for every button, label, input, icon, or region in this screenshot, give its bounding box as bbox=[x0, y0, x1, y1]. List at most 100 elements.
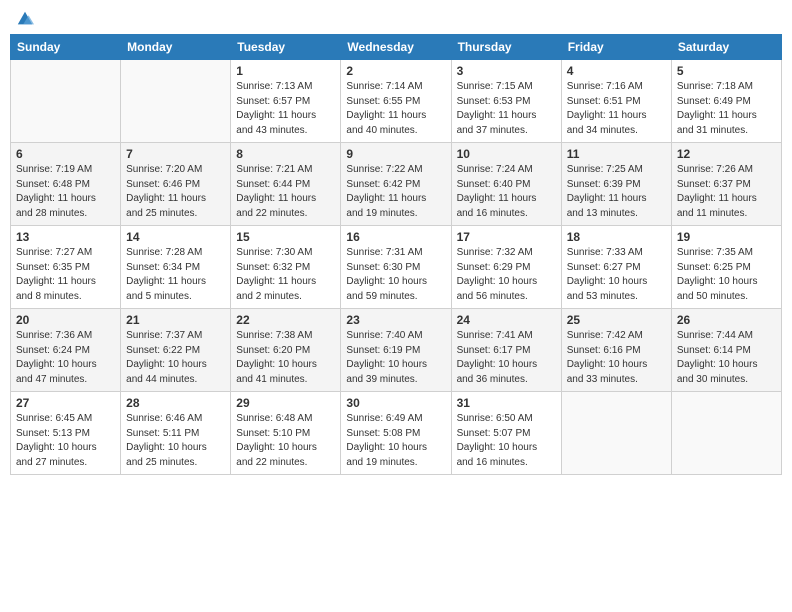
col-header-monday: Monday bbox=[121, 35, 231, 60]
day-number: 19 bbox=[677, 230, 776, 244]
day-number: 24 bbox=[457, 313, 556, 327]
calendar-cell: 19 Sunrise: 7:35 AMSunset: 6:25 PMDayligh… bbox=[671, 226, 781, 309]
day-number: 15 bbox=[236, 230, 335, 244]
col-header-wednesday: Wednesday bbox=[341, 35, 451, 60]
calendar-cell: 7 Sunrise: 7:20 AMSunset: 6:46 PMDaylight… bbox=[121, 143, 231, 226]
calendar-cell: 10 Sunrise: 7:24 AMSunset: 6:40 PMDayligh… bbox=[451, 143, 561, 226]
day-number: 11 bbox=[567, 147, 666, 161]
col-header-saturday: Saturday bbox=[671, 35, 781, 60]
day-number: 31 bbox=[457, 396, 556, 410]
day-info: Sunrise: 7:14 AMSunset: 6:55 PMDaylight:… bbox=[346, 80, 445, 138]
calendar-week-row: 1 Sunrise: 7:13 AMSunset: 6:57 PMDaylight… bbox=[11, 60, 782, 143]
day-number: 3 bbox=[457, 64, 556, 78]
day-info: Sunrise: 7:31 AMSunset: 6:30 PMDaylight:… bbox=[346, 246, 445, 304]
day-info: Sunrise: 7:27 AMSunset: 6:35 PMDaylight:… bbox=[16, 246, 115, 304]
calendar-cell bbox=[121, 60, 231, 143]
calendar-week-row: 27 Sunrise: 6:45 AMSunset: 5:13 PMDayligh… bbox=[11, 392, 782, 475]
calendar-cell: 12Sunrise: 7:26 AMSunset: 6:37 PMDayligh… bbox=[671, 143, 781, 226]
day-info: Sunrise: 7:20 AMSunset: 6:46 PMDaylight:… bbox=[126, 163, 225, 221]
day-number: 2 bbox=[346, 64, 445, 78]
calendar-cell: 23Sunrise: 7:40 AMSunset: 6:19 PMDayligh… bbox=[341, 309, 451, 392]
day-number: 26 bbox=[677, 313, 776, 327]
day-info: Sunrise: 7:35 AMSunset: 6:25 PMDaylight:… bbox=[677, 246, 776, 304]
day-info: Sunrise: 7:42 AMSunset: 6:16 PMDaylight:… bbox=[567, 329, 666, 387]
day-number: 12 bbox=[677, 147, 776, 161]
day-info: Sunrise: 7:44 AMSunset: 6:14 PMDaylight:… bbox=[677, 329, 776, 387]
calendar-cell: 11 Sunrise: 7:25 AMSunset: 6:39 PMDayligh… bbox=[561, 143, 671, 226]
logo-icon bbox=[16, 10, 34, 28]
calendar-cell bbox=[11, 60, 121, 143]
day-info: Sunrise: 7:41 AMSunset: 6:17 PMDaylight:… bbox=[457, 329, 556, 387]
day-info: Sunrise: 7:16 AMSunset: 6:51 PMDaylight:… bbox=[567, 80, 666, 138]
day-number: 5 bbox=[677, 64, 776, 78]
calendar-cell bbox=[561, 392, 671, 475]
calendar-cell: 8Sunrise: 7:21 AMSunset: 6:44 PMDaylight… bbox=[231, 143, 341, 226]
calendar-cell: 6 Sunrise: 7:19 AMSunset: 6:48 PMDaylight… bbox=[11, 143, 121, 226]
day-number: 17 bbox=[457, 230, 556, 244]
day-info: Sunrise: 7:19 AMSunset: 6:48 PMDaylight:… bbox=[16, 163, 115, 221]
day-number: 9 bbox=[346, 147, 445, 161]
day-number: 14 bbox=[126, 230, 225, 244]
calendar-cell: 24 Sunrise: 7:41 AMSunset: 6:17 PMDayligh… bbox=[451, 309, 561, 392]
calendar-cell: 26 Sunrise: 7:44 AMSunset: 6:14 PMDayligh… bbox=[671, 309, 781, 392]
day-info: Sunrise: 7:25 AMSunset: 6:39 PMDaylight:… bbox=[567, 163, 666, 221]
day-info: Sunrise: 7:37 AMSunset: 6:22 PMDaylight:… bbox=[126, 329, 225, 387]
day-info: Sunrise: 7:22 AMSunset: 6:42 PMDaylight:… bbox=[346, 163, 445, 221]
day-number: 27 bbox=[16, 396, 115, 410]
day-info: Sunrise: 7:24 AMSunset: 6:40 PMDaylight:… bbox=[457, 163, 556, 221]
day-number: 4 bbox=[567, 64, 666, 78]
calendar-cell bbox=[671, 392, 781, 475]
calendar-week-row: 13 Sunrise: 7:27 AMSunset: 6:35 PMDayligh… bbox=[11, 226, 782, 309]
day-number: 13 bbox=[16, 230, 115, 244]
calendar-cell: 22 Sunrise: 7:38 AMSunset: 6:20 PMDayligh… bbox=[231, 309, 341, 392]
calendar-cell: 18Sunrise: 7:33 AMSunset: 6:27 PMDayligh… bbox=[561, 226, 671, 309]
calendar-cell: 14 Sunrise: 7:28 AMSunset: 6:34 PMDayligh… bbox=[121, 226, 231, 309]
calendar-week-row: 20Sunrise: 7:36 AMSunset: 6:24 PMDayligh… bbox=[11, 309, 782, 392]
calendar-header-row: SundayMondayTuesdayWednesdayThursdayFrid… bbox=[11, 35, 782, 60]
calendar-cell: 17Sunrise: 7:32 AMSunset: 6:29 PMDayligh… bbox=[451, 226, 561, 309]
calendar-week-row: 6 Sunrise: 7:19 AMSunset: 6:48 PMDaylight… bbox=[11, 143, 782, 226]
calendar-cell: 21Sunrise: 7:37 AMSunset: 6:22 PMDayligh… bbox=[121, 309, 231, 392]
day-number: 29 bbox=[236, 396, 335, 410]
calendar-cell: 30 Sunrise: 6:49 AMSunset: 5:08 PMDayligh… bbox=[341, 392, 451, 475]
col-header-sunday: Sunday bbox=[11, 35, 121, 60]
day-info: Sunrise: 6:49 AMSunset: 5:08 PMDaylight:… bbox=[346, 412, 445, 470]
day-number: 25 bbox=[567, 313, 666, 327]
calendar-cell: 29 Sunrise: 6:48 AMSunset: 5:10 PMDayligh… bbox=[231, 392, 341, 475]
day-info: Sunrise: 7:15 AMSunset: 6:53 PMDaylight:… bbox=[457, 80, 556, 138]
day-info: Sunrise: 6:48 AMSunset: 5:10 PMDaylight:… bbox=[236, 412, 335, 470]
day-info: Sunrise: 6:45 AMSunset: 5:13 PMDaylight:… bbox=[16, 412, 115, 470]
day-number: 22 bbox=[236, 313, 335, 327]
day-number: 10 bbox=[457, 147, 556, 161]
day-info: Sunrise: 7:18 AMSunset: 6:49 PMDaylight:… bbox=[677, 80, 776, 138]
calendar-cell: 5 Sunrise: 7:18 AMSunset: 6:49 PMDaylight… bbox=[671, 60, 781, 143]
day-number: 6 bbox=[16, 147, 115, 161]
calendar-cell: 9 Sunrise: 7:22 AMSunset: 6:42 PMDaylight… bbox=[341, 143, 451, 226]
day-number: 28 bbox=[126, 396, 225, 410]
calendar-cell: 20Sunrise: 7:36 AMSunset: 6:24 PMDayligh… bbox=[11, 309, 121, 392]
day-info: Sunrise: 7:33 AMSunset: 6:27 PMDaylight:… bbox=[567, 246, 666, 304]
calendar-cell: 13 Sunrise: 7:27 AMSunset: 6:35 PMDayligh… bbox=[11, 226, 121, 309]
day-info: Sunrise: 7:38 AMSunset: 6:20 PMDaylight:… bbox=[236, 329, 335, 387]
day-number: 1 bbox=[236, 64, 335, 78]
col-header-tuesday: Tuesday bbox=[231, 35, 341, 60]
day-info: Sunrise: 7:13 AMSunset: 6:57 PMDaylight:… bbox=[236, 80, 335, 138]
day-number: 30 bbox=[346, 396, 445, 410]
day-info: Sunrise: 7:21 AMSunset: 6:44 PMDaylight:… bbox=[236, 163, 335, 221]
calendar-cell: 16 Sunrise: 7:31 AMSunset: 6:30 PMDayligh… bbox=[341, 226, 451, 309]
col-header-thursday: Thursday bbox=[451, 35, 561, 60]
calendar-cell: 1 Sunrise: 7:13 AMSunset: 6:57 PMDaylight… bbox=[231, 60, 341, 143]
logo bbox=[14, 10, 34, 26]
day-number: 16 bbox=[346, 230, 445, 244]
day-info: Sunrise: 6:50 AMSunset: 5:07 PMDaylight:… bbox=[457, 412, 556, 470]
day-info: Sunrise: 7:28 AMSunset: 6:34 PMDaylight:… bbox=[126, 246, 225, 304]
calendar-table: SundayMondayTuesdayWednesdayThursdayFrid… bbox=[10, 34, 782, 475]
calendar-cell: 4 Sunrise: 7:16 AMSunset: 6:51 PMDaylight… bbox=[561, 60, 671, 143]
calendar-cell: 15Sunrise: 7:30 AMSunset: 6:32 PMDayligh… bbox=[231, 226, 341, 309]
day-number: 7 bbox=[126, 147, 225, 161]
day-info: Sunrise: 7:40 AMSunset: 6:19 PMDaylight:… bbox=[346, 329, 445, 387]
calendar-cell: 25 Sunrise: 7:42 AMSunset: 6:16 PMDayligh… bbox=[561, 309, 671, 392]
calendar-cell: 31 Sunrise: 6:50 AMSunset: 5:07 PMDayligh… bbox=[451, 392, 561, 475]
calendar-cell: 2 Sunrise: 7:14 AMSunset: 6:55 PMDaylight… bbox=[341, 60, 451, 143]
day-info: Sunrise: 6:46 AMSunset: 5:11 PMDaylight:… bbox=[126, 412, 225, 470]
